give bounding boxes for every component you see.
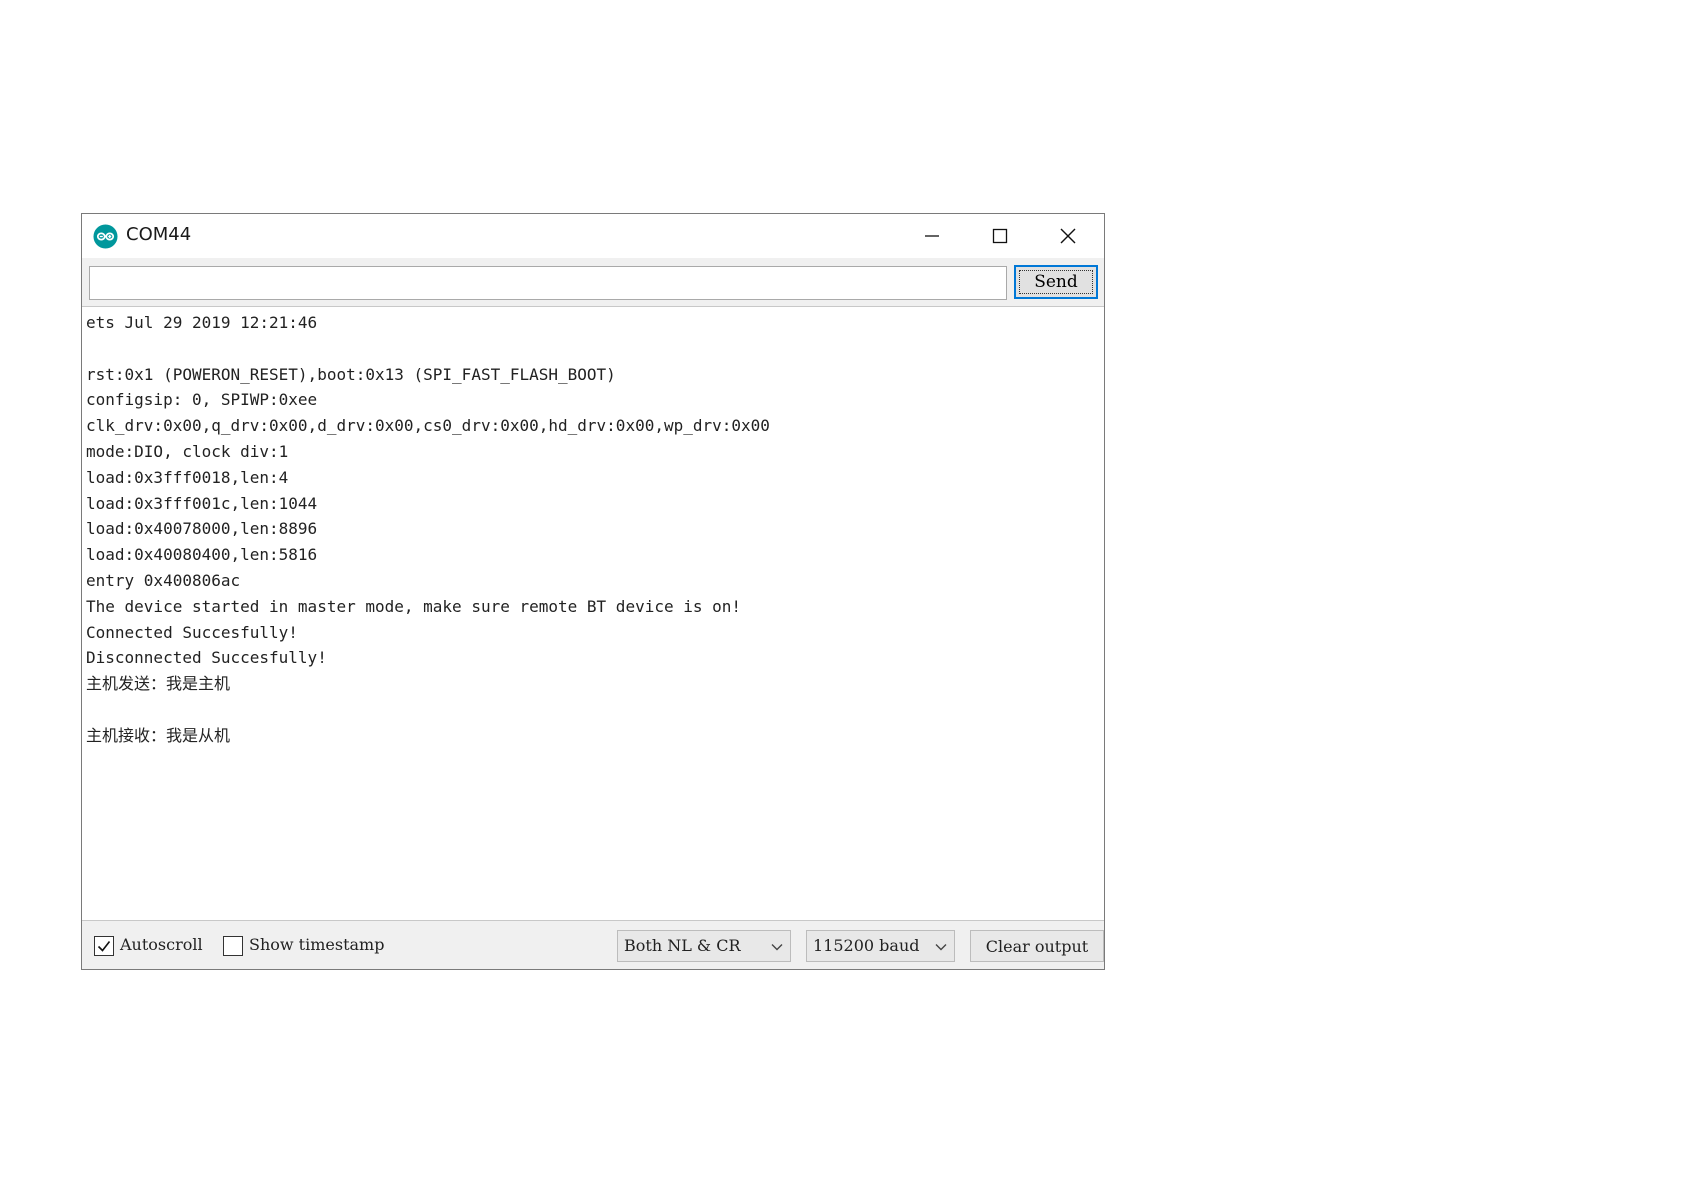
send-button[interactable]: Send: [1014, 265, 1098, 299]
checkmark-icon: [97, 941, 111, 952]
chevron-down-icon: [771, 944, 783, 951]
status-bar: Autoscroll Show timestamp Both NL & CR 1…: [82, 921, 1104, 969]
send-input[interactable]: [89, 266, 1007, 300]
maximize-icon: [992, 228, 1008, 244]
output-line: load:0x3fff0018,len:4: [86, 467, 289, 487]
serial-output[interactable]: ets Jul 29 2019 12:21:46 rst:0x1 (POWERO…: [82, 306, 1104, 921]
minimize-button[interactable]: [898, 214, 966, 258]
arduino-icon: [93, 224, 118, 249]
output-line: Connected Succesfully!: [86, 622, 298, 642]
maximize-button[interactable]: [966, 214, 1034, 258]
output-line: entry 0x400806ac: [86, 570, 241, 590]
output-line: Disconnected Succesfully!: [86, 648, 327, 668]
output-line: load:0x40080400,len:5816: [86, 545, 318, 565]
show-timestamp-label[interactable]: Show timestamp: [249, 935, 384, 954]
chevron-down-icon: [935, 944, 947, 951]
output-line: The device started in master mode, make …: [86, 596, 742, 616]
autoscroll-label[interactable]: Autoscroll: [120, 935, 203, 954]
title-bar[interactable]: COM44: [82, 214, 1104, 258]
output-line: ets Jul 29 2019 12:21:46: [86, 313, 318, 332]
output-line: clk_drv:0x00,q_drv:0x00,d_drv:0x00,cs0_d…: [86, 416, 770, 436]
line-ending-value: Both NL & CR: [624, 936, 741, 955]
send-bar: Send: [82, 258, 1104, 306]
window-title: COM44: [126, 224, 192, 245]
baud-rate-value: 115200 baud: [813, 936, 920, 955]
close-button[interactable]: [1034, 214, 1102, 258]
output-line: configsip: 0, SPIWP:0xee: [86, 390, 318, 410]
baud-rate-select[interactable]: 115200 baud: [806, 930, 955, 962]
output-line: load:0x3fff001c,len:1044: [86, 493, 318, 513]
output-line: 主机接收：我是从机: [86, 725, 231, 745]
output-line: 主机发送：我是主机: [86, 674, 231, 694]
clear-output-button[interactable]: Clear output: [970, 930, 1104, 962]
output-line: rst:0x1 (POWERON_RESET),boot:0x13 (SPI_F…: [86, 364, 616, 384]
close-icon: [1060, 228, 1076, 244]
serial-monitor-window: COM44 Send ets Jul 29 2019 12:21:46 rst:…: [81, 213, 1105, 970]
autoscroll-checkbox[interactable]: [94, 936, 114, 956]
output-line: mode:DIO, clock div:1: [86, 441, 289, 461]
show-timestamp-checkbox[interactable]: [223, 936, 243, 956]
output-line: load:0x40078000,len:8896: [86, 519, 318, 539]
minimize-icon: [925, 235, 939, 237]
line-ending-select[interactable]: Both NL & CR: [617, 930, 791, 962]
